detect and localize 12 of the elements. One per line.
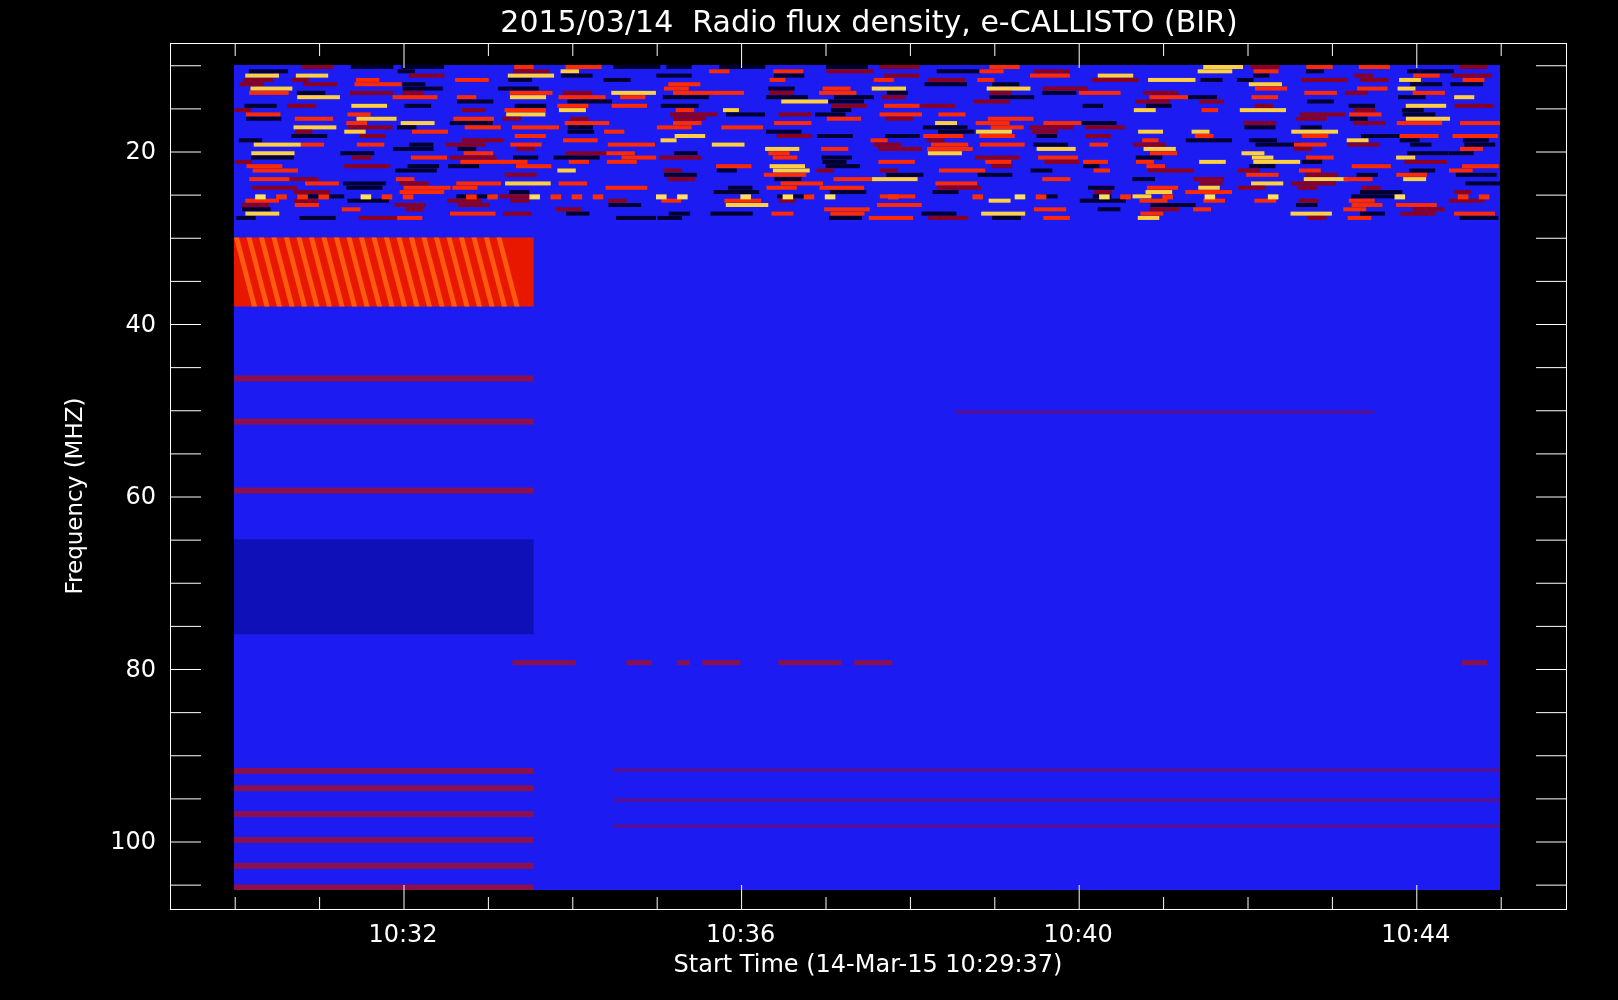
tick-label: 10:40 bbox=[1043, 922, 1113, 946]
tick-label: 10:32 bbox=[368, 922, 438, 946]
tick-label: 10:44 bbox=[1381, 922, 1451, 946]
tick-label: 20 bbox=[125, 139, 156, 163]
tick-label: 40 bbox=[125, 311, 156, 336]
tick-label: 100 bbox=[110, 829, 156, 853]
chart-title: 2015/03/14 Radio flux density, e-CALLISTO (BIR) bbox=[500, 6, 1238, 37]
axis-title: Frequency (MHZ) bbox=[62, 397, 86, 595]
tick-label: 80 bbox=[125, 656, 156, 681]
tick-label: 10:36 bbox=[706, 922, 776, 946]
axis-title: Start Time (14-Mar-15 10:29:37) bbox=[673, 952, 1063, 976]
tick-label: 60 bbox=[125, 484, 156, 508]
